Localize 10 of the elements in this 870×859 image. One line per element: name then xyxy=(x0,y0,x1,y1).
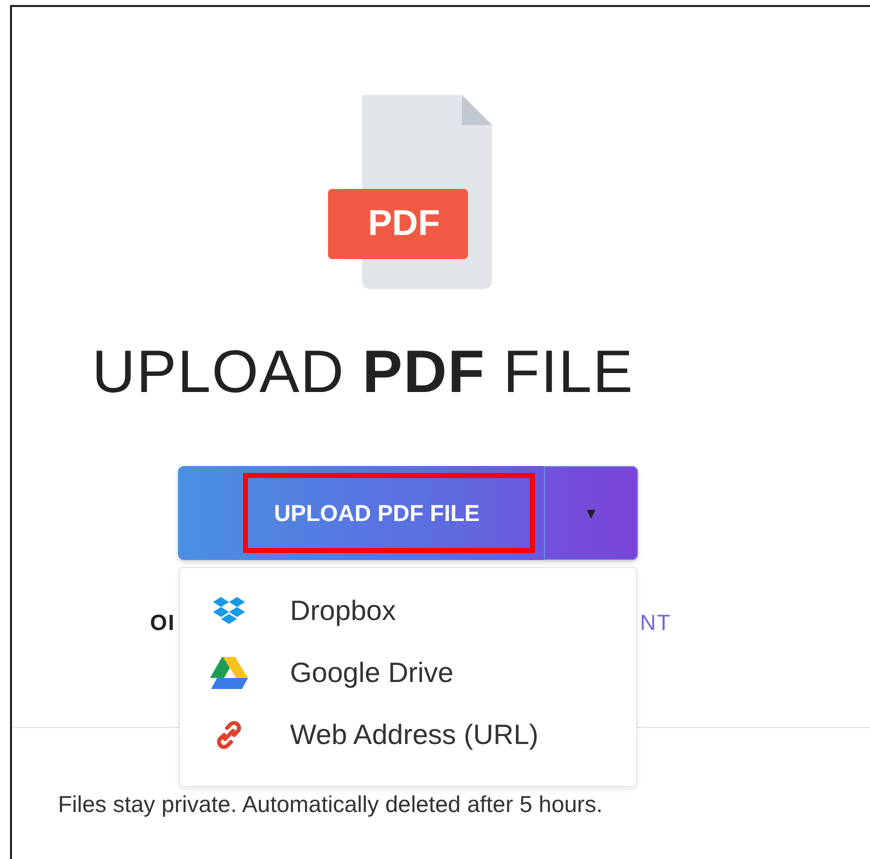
partial-text: OI xyxy=(150,610,176,636)
privacy-note: Files stay private. Automatically deleted after 5 hours. xyxy=(58,791,603,818)
pdf-label: PDF xyxy=(367,202,441,244)
menu-item[interactable]: Web Address (URL) xyxy=(180,704,636,766)
page-heading: UPLOAD PDF FILE xyxy=(92,337,634,406)
drive-icon xyxy=(210,657,248,689)
menu-item[interactable]: Dropbox xyxy=(180,580,636,642)
menu-item[interactable]: Google Drive xyxy=(180,642,636,704)
partial-link[interactable]: NT xyxy=(640,610,672,636)
upload-button[interactable]: UPLOAD PDF FILE xyxy=(178,466,544,560)
